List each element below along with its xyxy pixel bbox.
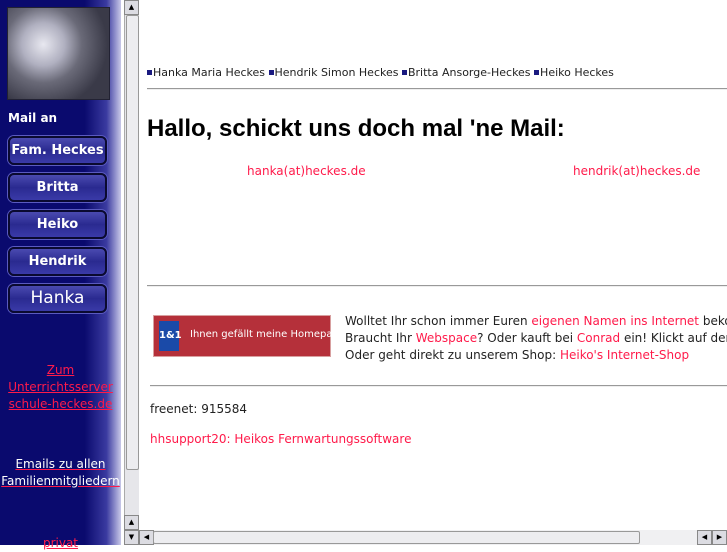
mail-hendrik-button[interactable]: Hendrik [8, 247, 107, 276]
scroll-left-icon[interactable]: ◀ [697, 530, 712, 545]
emails-link-block: Emails zu allen Familienmitgliedern [0, 456, 121, 490]
teddy-bears-photo [7, 7, 110, 100]
email-hanka-link[interactable]: hanka(at)heckes.de [247, 164, 366, 178]
bullet-icon [401, 69, 407, 75]
scroll-up-icon[interactable]: ▲ [124, 0, 139, 15]
horizontal-scrollbar[interactable]: ◀ ◀ ▶ [139, 530, 727, 545]
vertical-scrollbar[interactable]: ▲ ▲ ▼ [124, 0, 139, 545]
mail-hanka-button[interactable]: Hanka [8, 284, 107, 313]
sidebar: Mail an Fam. Heckes Britta Heiko Hendrik… [0, 0, 121, 550]
email-hendrik-link[interactable]: hendrik(at)heckes.de [573, 164, 700, 178]
page-title: Hallo, schickt uns doch mal 'ne Mail: [147, 115, 565, 142]
privat-link-block: privat [0, 535, 121, 552]
domain-link[interactable]: eigenen Namen ins Internet [531, 314, 699, 328]
name-link[interactable]: Heiko Heckes [540, 66, 614, 79]
scroll-down-icon[interactable]: ▼ [124, 530, 139, 545]
divider [147, 88, 727, 90]
divider [147, 285, 727, 287]
server-link-block: Zum Unterrichtsserver schule-heckes.de [0, 362, 121, 413]
bullet-icon [268, 69, 274, 75]
mail-fam-heckes-button[interactable]: Fam. Heckes [8, 136, 107, 165]
scroll-left-icon[interactable]: ◀ [139, 530, 154, 545]
horizontal-scroll-thumb[interactable] [153, 531, 640, 544]
1und1-logo: 1&1 [159, 321, 182, 351]
1und1-banner[interactable]: 1&1 Ihnen gefällt meine Homepage? [153, 315, 350, 357]
scroll-up-icon[interactable]: ▲ [124, 515, 139, 530]
promo-text: Wolltet Ihr schon immer Euren eigenen Na… [345, 314, 727, 362]
divider [150, 385, 727, 387]
mail-heiko-button[interactable]: Heiko [8, 210, 107, 239]
mail-britta-button[interactable]: Britta [8, 173, 107, 202]
main-content: Hanka Maria Heckes Hendrik Simon Heckes … [139, 0, 727, 530]
bullet-icon [147, 69, 152, 75]
freenet-number: freenet: 915584 [150, 402, 248, 416]
privat-link[interactable]: privat [43, 536, 78, 550]
shop-link[interactable]: Heiko's Internet-Shop [560, 348, 689, 362]
emails-all-link[interactable]: Emails zu allen Familienmitgliedern [1, 457, 120, 488]
webspace-link[interactable]: Webspace [416, 331, 477, 345]
server-link[interactable]: Zum Unterrichtsserver schule-heckes.de [8, 363, 113, 411]
scroll-right-icon[interactable]: ▶ [712, 530, 727, 545]
hhsupport-link[interactable]: hhsupport20: Heikos Fernwartungssoftware [150, 432, 411, 446]
vertical-scroll-thumb[interactable] [126, 15, 139, 470]
name-link[interactable]: Hanka Maria Heckes [153, 66, 265, 79]
banner-text: Ihnen gefällt meine Homepage? [190, 329, 351, 340]
bullet-icon [534, 69, 540, 75]
mail-an-label: Mail an [8, 111, 58, 125]
conrad-link[interactable]: Conrad [577, 331, 620, 345]
name-link[interactable]: Britta Ansorge-Heckes [408, 66, 531, 79]
family-names: Hanka Maria Heckes Hendrik Simon Heckes … [147, 66, 614, 79]
name-link[interactable]: Hendrik Simon Heckes [275, 66, 399, 79]
